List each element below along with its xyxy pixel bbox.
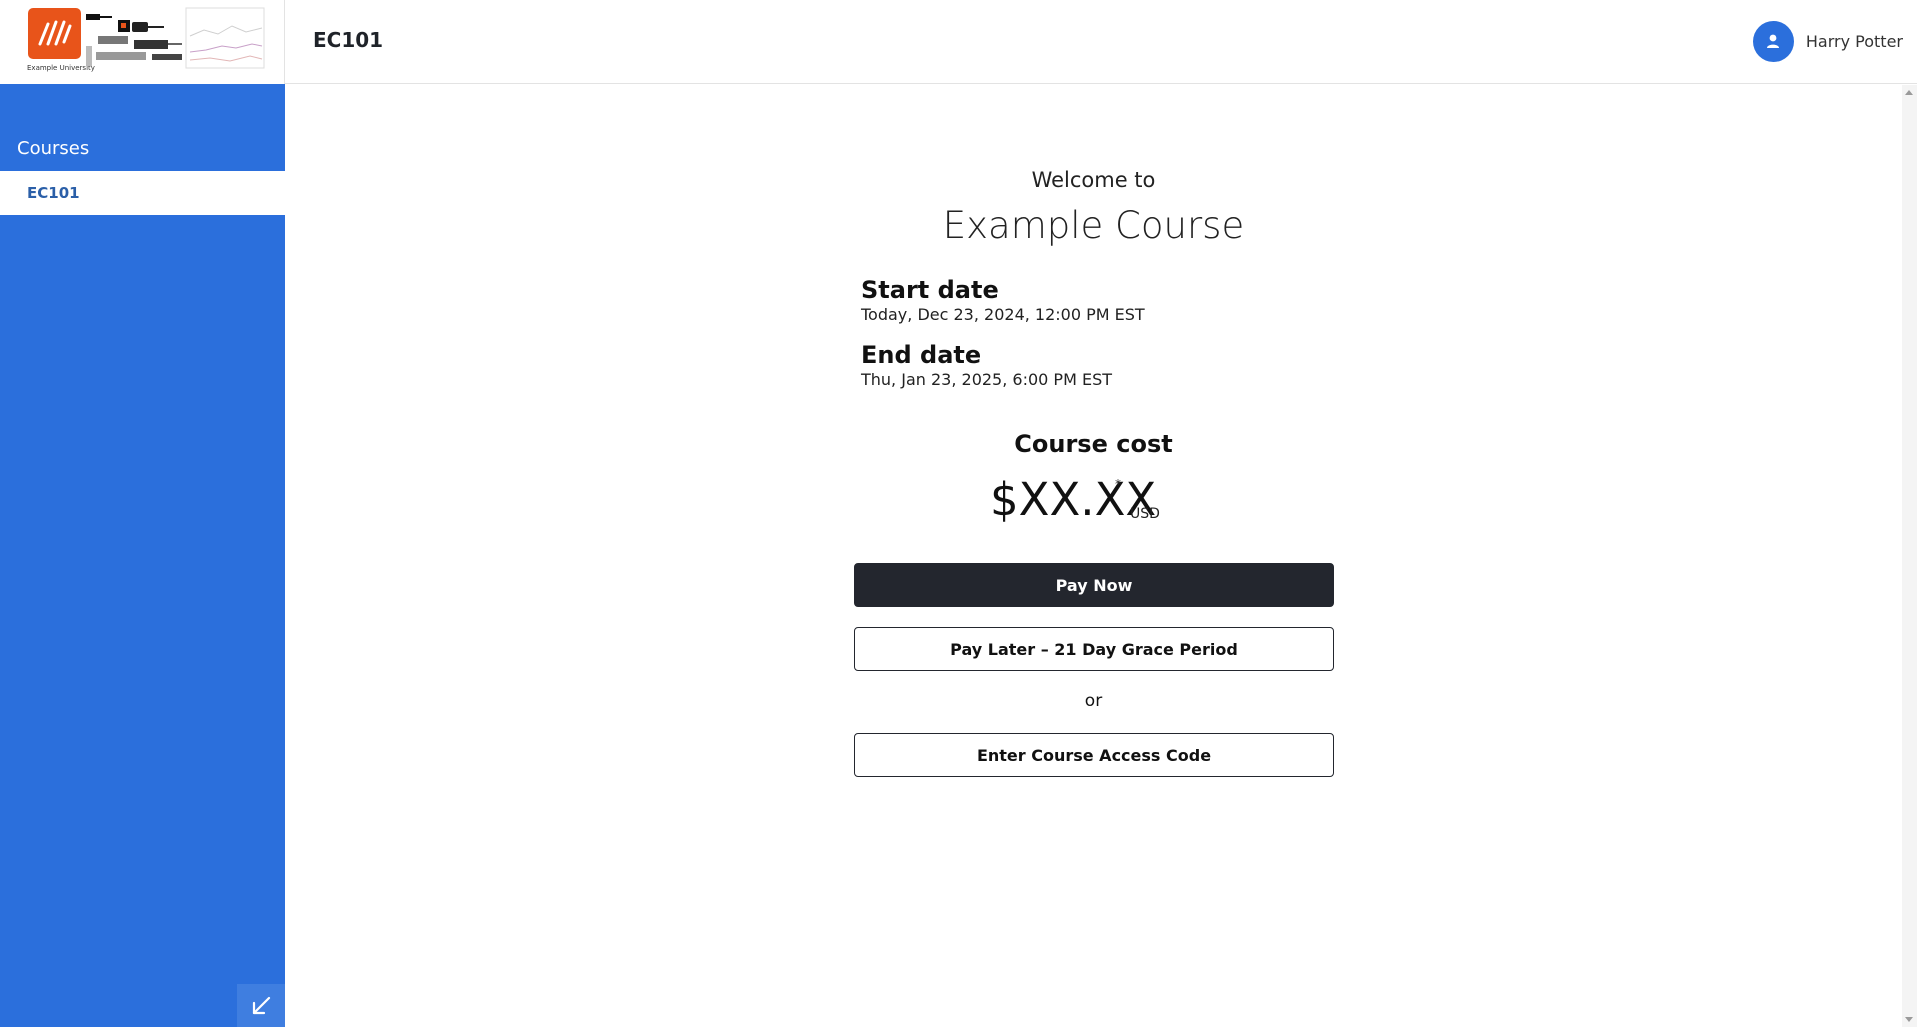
vertical-scrollbar[interactable]: [1902, 85, 1917, 1027]
welcome-text: Welcome to: [1031, 168, 1156, 192]
collapse-sidebar-button[interactable]: [237, 984, 285, 1027]
sidebar: Courses EC101: [0, 84, 285, 1027]
lab-equipment-graphic: [86, 7, 265, 69]
top-bar: Example University EC101 Harry Potter: [0, 0, 1917, 84]
scroll-up-icon[interactable]: [1905, 90, 1913, 95]
access-code-button[interactable]: Enter Course Access Code: [854, 733, 1334, 777]
sidebar-item-ec101[interactable]: EC101: [0, 171, 285, 215]
course-dates: Start date Today, Dec 23, 2024, 12:00 PM…: [861, 276, 1145, 389]
logo-mark-icon: [28, 8, 81, 59]
logo-caption: Example University: [27, 64, 95, 72]
course-cost-label: Course cost: [1014, 430, 1173, 458]
start-date-label: Start date: [861, 276, 999, 304]
sidebar-heading: Courses: [17, 138, 90, 159]
main-content: Welcome to Example Course Start date Tod…: [285, 85, 1902, 1027]
price-footnote-mark: *: [1115, 477, 1121, 491]
header-course-code: EC101: [313, 28, 384, 52]
start-date-value: Today, Dec 23, 2024, 12:00 PM EST: [861, 305, 1145, 324]
end-date-label: End date: [861, 341, 982, 369]
user-name[interactable]: Harry Potter: [1806, 32, 1903, 51]
price-currency: USD: [1130, 506, 1160, 522]
or-divider-text: or: [1084, 691, 1103, 711]
university-logo[interactable]: Example University: [0, 0, 285, 84]
scroll-down-icon[interactable]: [1905, 1017, 1913, 1022]
collapse-arrow-icon: [252, 996, 271, 1014]
user-icon[interactable]: [1752, 20, 1794, 62]
end-date-value: Thu, Jan 23, 2025, 6:00 PM EST: [861, 370, 1112, 389]
pay-later-button[interactable]: Pay Later – 21 Day Grace Period: [854, 627, 1334, 671]
user-menu[interactable]: Harry Potter: [1752, 20, 1903, 62]
pay-now-button[interactable]: Pay Now: [854, 563, 1334, 607]
course-name: Example Course: [942, 204, 1245, 247]
